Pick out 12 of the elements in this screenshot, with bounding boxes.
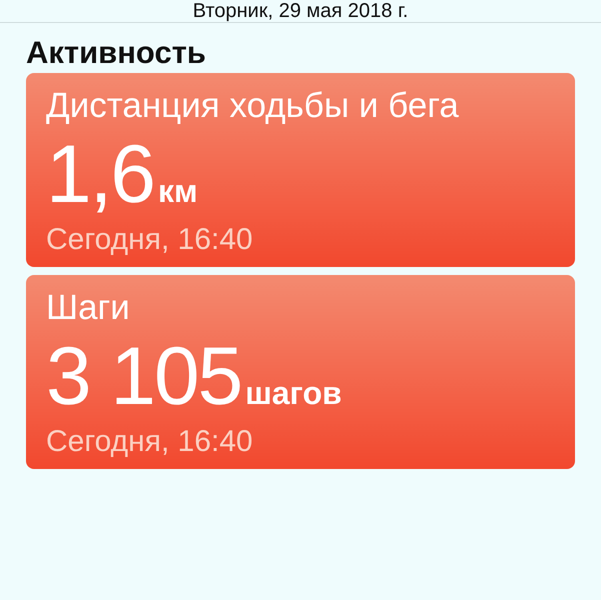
metric-unit: шагов [245, 375, 342, 412]
date-heading: Вторник, 29 мая 2018 г. [192, 0, 408, 22]
metric-unit: км [158, 173, 198, 210]
timestamp: Сегодня, 16:40 [46, 222, 254, 258]
card-title: Шаги [46, 287, 131, 329]
timestamp: Сегодня, 16:40 [46, 424, 254, 460]
metric-value: 1,6 [46, 129, 154, 221]
activity-card[interactable]: Шаги 3 105 шагов Сегодня, 16:40 [26, 275, 575, 469]
card-title: Дистанция ходьбы и бега [46, 85, 460, 127]
section-title: Активность [25, 34, 207, 72]
metric-value: 3 105 [46, 331, 242, 423]
activity-card[interactable]: Дистанция ходьбы и бега 1,6 км Сегодня, 16:40 [26, 73, 575, 267]
